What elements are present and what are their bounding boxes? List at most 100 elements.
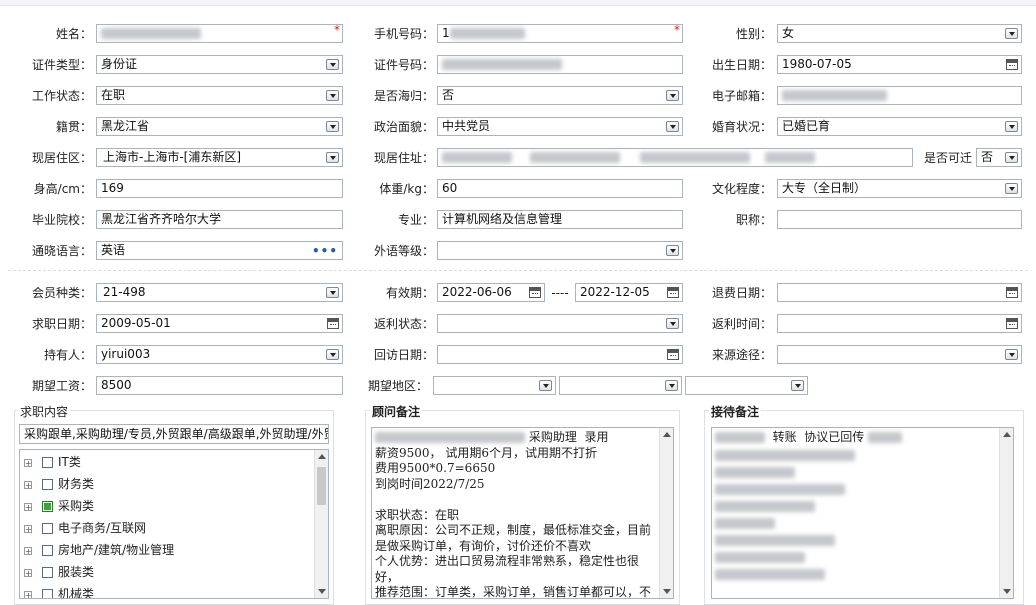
major-input[interactable]: 计算机网络及信息管理 (437, 210, 683, 229)
tree-checkbox[interactable] (42, 567, 53, 578)
marital-label: 婚育状况： (711, 120, 772, 134)
validity-to-input[interactable]: 2022-12-05 (575, 283, 683, 302)
scroll-down-icon[interactable] (1003, 589, 1011, 594)
refund-date-input[interactable] (777, 283, 1022, 302)
calendar-icon[interactable] (1006, 287, 1018, 298)
scroll-thumb[interactable] (317, 467, 326, 505)
chevron-down-icon[interactable] (326, 59, 339, 70)
consultant-note-textarea[interactable]: 采购助理 录用 薪资9500， 试用期6个月，试用期不打折 费用9500*0.7=… (371, 427, 674, 599)
region-province-select[interactable] (433, 376, 556, 395)
id-type-select[interactable]: 身份证 (96, 55, 343, 74)
tree-item[interactable]: + 机械类 (24, 584, 94, 598)
validity-from-input[interactable]: 2022-06-06 (437, 283, 545, 302)
scroll-up-icon[interactable] (318, 454, 326, 459)
holder-value: yirui003 (101, 347, 151, 361)
chevron-down-icon[interactable] (666, 245, 679, 256)
note-scrollbar[interactable] (659, 428, 673, 598)
native-place-select[interactable]: 黑龙江省 (96, 117, 343, 136)
rebate-status-select[interactable] (437, 314, 683, 333)
scroll-down-icon[interactable] (663, 589, 671, 594)
expand-icon[interactable]: + (24, 524, 32, 533)
chevron-down-icon[interactable] (539, 380, 552, 391)
expand-icon[interactable]: + (24, 546, 32, 555)
job-category-tree[interactable]: + IT类 + 财务类 + 采购类 + 电子商务/互联网 + 房地产/建筑/物业管理 + 服装类 + 机械… (19, 449, 329, 599)
birth-date-input[interactable]: 1980-07-05 (777, 55, 1022, 74)
salary-input[interactable]: 8500 (96, 376, 343, 395)
reception-line: 转账 协议已回传 (715, 430, 997, 446)
calendar-icon[interactable] (667, 287, 679, 298)
chevron-down-icon[interactable] (666, 90, 679, 101)
title-input[interactable] (777, 210, 1022, 229)
chevron-down-icon[interactable] (665, 380, 678, 391)
reception-scrollbar[interactable] (999, 428, 1013, 598)
expand-icon[interactable]: + (24, 590, 32, 598)
chevron-down-icon[interactable] (1005, 152, 1018, 163)
calendar-icon[interactable] (1006, 59, 1018, 70)
expand-icon[interactable]: + (24, 480, 32, 489)
region-city-select[interactable] (559, 376, 682, 395)
expand-icon[interactable]: + (24, 502, 32, 511)
tree-item[interactable]: + 采购类 (24, 496, 94, 516)
reception-note-textarea[interactable]: 转账 协议已回传 (711, 427, 1014, 599)
tree-item[interactable]: + 房地产/建筑/物业管理 (24, 540, 174, 560)
weight-input[interactable]: 60 (437, 179, 683, 198)
chevron-down-icon[interactable] (326, 287, 339, 298)
rebate-time-input[interactable] (777, 314, 1022, 333)
scroll-down-icon[interactable] (318, 589, 326, 594)
more-options-icon[interactable]: ••• (312, 243, 338, 259)
expand-icon[interactable]: + (24, 568, 32, 577)
tree-checkbox[interactable] (42, 523, 53, 534)
calendar-icon[interactable] (529, 287, 541, 298)
chevron-down-icon[interactable] (326, 90, 339, 101)
chevron-down-icon[interactable] (326, 152, 339, 163)
work-status-select[interactable]: 在职 (96, 86, 343, 105)
height-input[interactable]: 169 (96, 179, 343, 198)
foreign-level-select[interactable] (437, 241, 683, 260)
tree-checkbox[interactable] (42, 479, 53, 490)
education-select[interactable]: 大专（全日制） (777, 179, 1022, 198)
tree-checkbox[interactable] (42, 545, 53, 556)
gender-select[interactable]: 女 (777, 24, 1022, 43)
calendar-icon[interactable] (1006, 318, 1018, 329)
chevron-down-icon[interactable] (791, 380, 804, 391)
current-address-input[interactable] (437, 148, 913, 167)
school-input[interactable]: 黑龙江省齐齐哈尔大学 (96, 210, 343, 229)
tree-checkbox[interactable] (42, 589, 53, 598)
relocate-select[interactable]: 否 (976, 148, 1022, 167)
politics-select[interactable]: 中共党员 (437, 117, 683, 136)
name-input[interactable]: * (96, 24, 343, 43)
current-area-select[interactable]: 上海市-上海市-[浦东新区] (96, 148, 343, 167)
chevron-down-icon[interactable] (1005, 349, 1018, 360)
tree-item[interactable]: + 电子商务/互联网 (24, 518, 146, 538)
tree-item[interactable]: + 财务类 (24, 474, 94, 494)
language-input[interactable]: 英语 ••• (96, 241, 343, 260)
scroll-up-icon[interactable] (1003, 432, 1011, 437)
scroll-up-icon[interactable] (663, 432, 671, 437)
tree-item[interactable]: + 服装类 (24, 562, 94, 582)
phone-input[interactable]: 1 * (437, 24, 683, 43)
region-district-select[interactable] (685, 376, 808, 395)
chevron-down-icon[interactable] (326, 349, 339, 360)
job-date-input[interactable]: 2009-05-01 (96, 314, 343, 333)
calendar-icon[interactable] (667, 349, 679, 360)
source-select[interactable] (777, 345, 1022, 364)
visit-date-input[interactable] (437, 345, 683, 364)
returnee-select[interactable]: 否 (437, 86, 683, 105)
calendar-icon[interactable] (327, 318, 339, 329)
chevron-down-icon[interactable] (666, 121, 679, 132)
chevron-down-icon[interactable] (1005, 28, 1018, 39)
holder-select[interactable]: yirui003 (96, 345, 343, 364)
expand-icon[interactable]: + (24, 458, 32, 467)
email-input[interactable] (777, 86, 1022, 105)
tree-checkbox[interactable] (42, 501, 53, 512)
marital-select[interactable]: 已婚已育 (777, 117, 1022, 136)
tree-item[interactable]: + IT类 (24, 452, 81, 472)
member-type-select[interactable]: 21-498 (96, 283, 343, 302)
chevron-down-icon[interactable] (1005, 183, 1018, 194)
chevron-down-icon[interactable] (326, 121, 339, 132)
tree-scrollbar[interactable] (314, 450, 328, 598)
chevron-down-icon[interactable] (666, 318, 679, 329)
id-number-input[interactable] (437, 55, 683, 74)
tree-checkbox[interactable] (42, 457, 53, 468)
chevron-down-icon[interactable] (1005, 121, 1018, 132)
